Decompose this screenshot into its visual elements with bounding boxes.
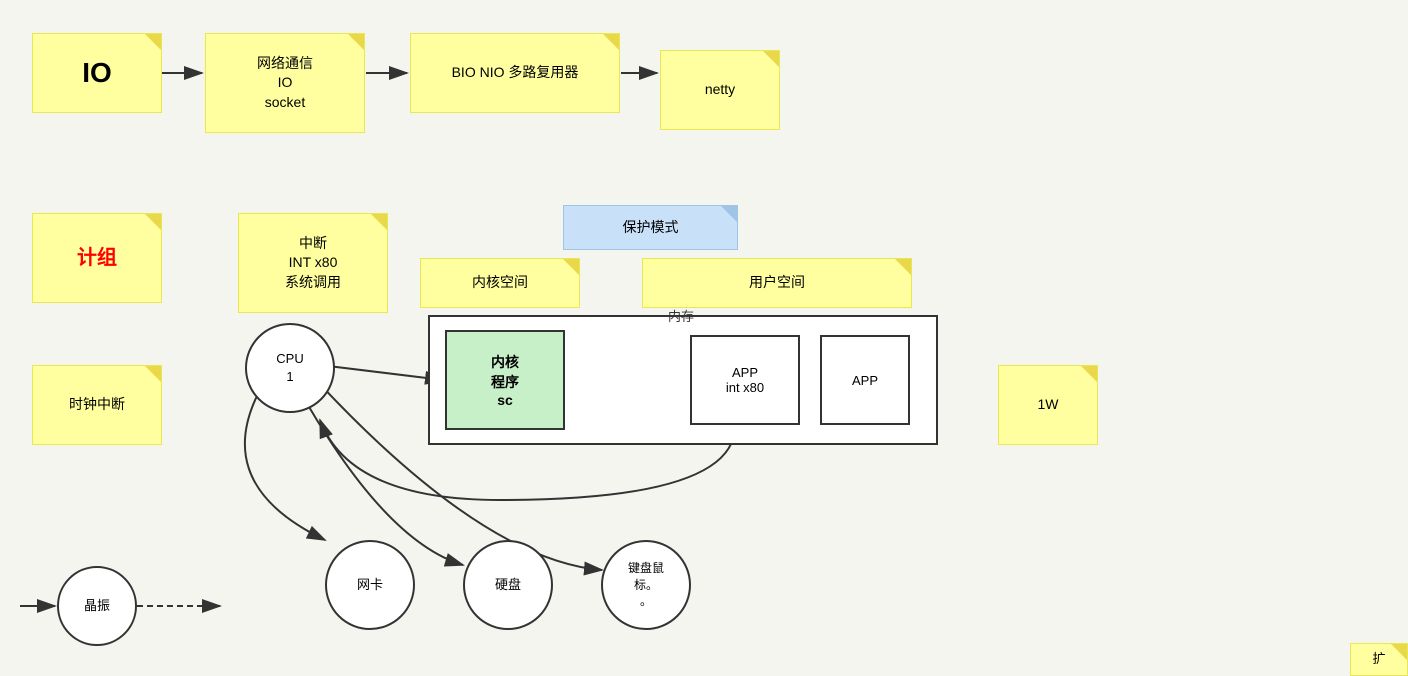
yingpan-circle: 硬盘 xyxy=(463,540,553,630)
io-note: IO xyxy=(32,33,162,113)
netty-note: netty xyxy=(660,50,780,130)
app-int-box: APPint x80 xyxy=(690,335,800,425)
bio-nio-note: BIO NIO 多路复用器 xyxy=(410,33,620,113)
neihe-space-note: 内核空间 xyxy=(420,258,580,308)
baohumoshi-note: 保护模式 xyxy=(563,205,738,250)
zhongduan-note: 中断INT x80系统调用 xyxy=(238,213,388,313)
jizhuan-note: 计组 xyxy=(32,213,162,303)
wangka-circle: 网卡 xyxy=(325,540,415,630)
network-note: 网络通信IOsocket xyxy=(205,33,365,133)
kernel-program-box: 内核程序sc xyxy=(445,330,565,430)
yw-note: 1W xyxy=(998,365,1098,445)
jingzhen-circle: 晶振 xyxy=(57,566,137,646)
memory-label: 内存 xyxy=(668,306,694,325)
app-box: APP xyxy=(820,335,910,425)
shizong-note: 时钟中断 xyxy=(32,365,162,445)
jianpan-circle: 键盘鼠标。。 xyxy=(601,540,691,630)
cpu-circle: CPU1 xyxy=(245,323,335,413)
bottom-right-note: 扩 xyxy=(1350,643,1408,676)
yonghu-space-note: 用户空间 xyxy=(642,258,912,308)
